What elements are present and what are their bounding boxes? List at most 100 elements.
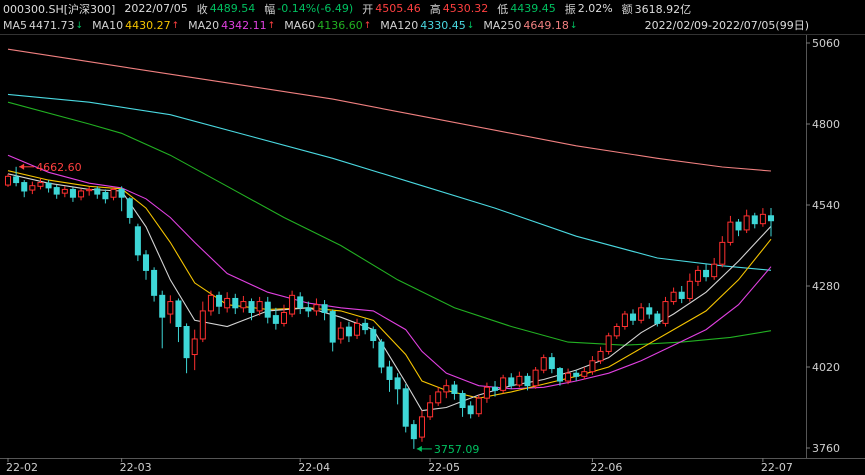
candle-body-down (118, 188, 125, 198)
candle-body-up (4, 175, 12, 186)
candle-body-up (719, 241, 726, 265)
candle-body-up (605, 335, 612, 352)
annotation-label: 4662.60 (36, 161, 82, 174)
candle-body-up (289, 294, 296, 315)
candle-body-down (678, 291, 685, 299)
annotation-arrow-icon (19, 163, 25, 170)
y-tick-label: 4020 (812, 361, 840, 374)
candle-body-down (646, 307, 653, 315)
candle-body-up (29, 185, 36, 191)
candle-body-down (767, 215, 775, 222)
candle-body-up (280, 311, 287, 324)
candle-body-up (516, 375, 523, 386)
ma-line-ma60 (7, 101, 772, 346)
candle-body-down (151, 269, 158, 296)
annotation-label: 3757.09 (434, 443, 480, 456)
candle-body-up (435, 391, 442, 404)
candle-body-up (224, 297, 231, 309)
candle-body-up (207, 294, 214, 312)
candle-body-up (110, 188, 117, 198)
candle-body-down (556, 368, 563, 382)
candle-body-up (532, 369, 539, 387)
candle-body-up (240, 301, 247, 309)
candlestick-chart[interactable]: 5060 4800 4540 4280 4020 3760 22-02 22-03 22-04 2… (0, 0, 865, 475)
candle-body-down (126, 198, 133, 218)
candle-body-down (508, 377, 515, 387)
candle-body-up (694, 269, 701, 282)
candle-body-down (264, 301, 271, 318)
candle-body-down (69, 188, 76, 198)
candle-body-down (402, 388, 409, 427)
candle-body-up (743, 215, 750, 231)
ma-line-ma250 (7, 48, 772, 172)
candle-body-down (142, 254, 150, 271)
candle-body-down (459, 392, 466, 409)
candle-body-down (654, 313, 661, 324)
candle-body-up (167, 301, 174, 315)
candle-body-down (21, 182, 28, 192)
candle-body-down (629, 313, 637, 321)
candle-body-down (321, 304, 328, 313)
candle-body-up (427, 402, 434, 418)
candle-body-down (53, 187, 60, 195)
candle-body-down (232, 297, 239, 309)
candle-body-up (565, 372, 572, 382)
candle-body-up (37, 182, 44, 187)
candle-body-up (621, 313, 628, 327)
candle-body-down (703, 269, 710, 278)
candle-body-up (500, 377, 507, 391)
candle-body-up (686, 280, 693, 299)
x-tick-label: 22-02 (6, 461, 38, 474)
candle-body-down (378, 341, 385, 368)
candle-body-down (370, 329, 377, 342)
annotation-arrow-icon (416, 445, 422, 452)
candle-body-down (451, 384, 458, 394)
candle-body-up (670, 291, 677, 303)
candle-body-down (94, 188, 101, 195)
candle-body-down (305, 307, 312, 312)
candle-body-down (394, 377, 401, 390)
candle-body-down (159, 294, 166, 318)
candle-body-up (86, 188, 93, 192)
candle-body-up (78, 190, 85, 198)
candle-body-up (759, 213, 766, 225)
candle-body-down (329, 311, 336, 343)
candle-body-down (735, 221, 742, 231)
candle-body-down (548, 357, 555, 370)
candle-body-up (418, 416, 425, 438)
candle-body-down (272, 315, 279, 324)
candle-body-up (354, 322, 361, 336)
candle-body-down (297, 296, 304, 309)
candle-body-up (711, 263, 718, 278)
x-tick-label: 22-06 (590, 461, 622, 474)
candle-body-down (386, 366, 393, 380)
candle-body-down (492, 386, 499, 391)
candle-body-up (191, 338, 198, 356)
candle-body-up (613, 326, 620, 337)
candle-body-up (483, 386, 490, 399)
candle-body-up (337, 327, 344, 340)
candle-body-down (751, 215, 758, 225)
candle-body-up (475, 397, 482, 415)
candle-body-down (45, 182, 52, 189)
x-tick-label: 22-04 (298, 461, 330, 474)
ma-line-ma120 (7, 93, 772, 271)
candle-body-up (199, 310, 206, 340)
x-tick-label: 22-05 (428, 461, 460, 474)
y-tick-label: 4800 (812, 118, 840, 131)
y-tick-label: 3760 (812, 442, 840, 455)
x-tick-label: 22-03 (120, 461, 152, 474)
x-tick-label: 22-07 (761, 461, 793, 474)
candle-body-up (727, 221, 734, 243)
candle-body-down (573, 372, 580, 377)
candle-body-down (362, 322, 369, 331)
candle-body-up (638, 307, 645, 321)
candle-body-down (102, 192, 109, 200)
candle-body-up (443, 385, 450, 393)
candle-body-down (175, 300, 182, 328)
candle-body-down (13, 176, 20, 184)
candle-body-down (345, 326, 352, 337)
candle-body-up (256, 301, 263, 312)
candle-body-up (540, 357, 547, 371)
candle-body-up (581, 371, 588, 377)
